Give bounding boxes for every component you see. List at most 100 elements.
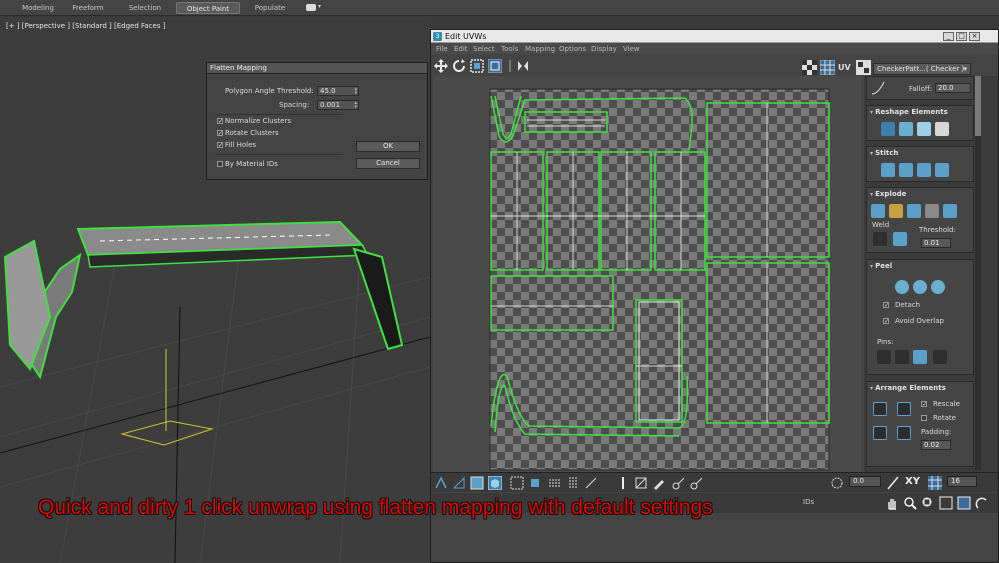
grid-view-icon[interactable]	[820, 60, 835, 75]
loop-select-icon[interactable]	[548, 476, 562, 490]
point-to-point-icon[interactable]	[584, 476, 598, 490]
stitch-to-target-icon[interactable]	[881, 163, 895, 177]
tab-freeform[interactable]: Freeform	[62, 2, 114, 14]
shrink-selection-icon[interactable]	[528, 476, 542, 490]
pen-alt-icon[interactable]	[690, 476, 704, 490]
reshape-elements-header[interactable]: Reshape Elements	[867, 106, 973, 118]
peel-header[interactable]: Peel	[867, 260, 973, 272]
arrange-elements-header[interactable]: Arrange Elements	[867, 382, 973, 394]
slash-icon[interactable]	[886, 476, 900, 490]
stitch-custom-icon[interactable]	[935, 163, 949, 177]
uv-axis-label[interactable]: UV	[838, 63, 851, 72]
falloff-curve-icon[interactable]	[871, 81, 885, 95]
menu-edit[interactable]: Edit	[454, 45, 468, 53]
threshold-field[interactable]: 0.01	[921, 238, 951, 248]
minimize-button[interactable]: _	[943, 32, 954, 41]
xy-toggle[interactable]: XY	[905, 476, 920, 487]
freeform-icon[interactable]	[488, 59, 502, 73]
rotate-clusters-checkbox[interactable]: ✓	[217, 130, 223, 137]
flatten-by-smoothing-icon[interactable]	[925, 204, 939, 218]
maximize-button[interactable]: □	[956, 32, 967, 41]
menu-select[interactable]: Select	[473, 45, 495, 53]
arrange-rotate-checkbox[interactable]	[921, 415, 927, 421]
paint-select-icon[interactable]	[634, 476, 648, 490]
stitch-source-icon[interactable]	[917, 163, 931, 177]
texture-dropdown[interactable]: CheckerPatt...( Checker ) ▾	[873, 63, 971, 75]
weld-selected-icon[interactable]	[873, 232, 887, 246]
grid-snap-icon[interactable]	[928, 476, 942, 490]
auto-pin-icon[interactable]	[933, 350, 947, 364]
select-element-icon[interactable]	[488, 476, 502, 490]
select-edge-icon[interactable]	[452, 476, 466, 490]
zoom-extents-icon[interactable]	[939, 496, 953, 510]
weld-target-icon[interactable]	[893, 232, 907, 246]
fill-holes-checkbox[interactable]: ✓	[217, 142, 223, 149]
tab-populate[interactable]: Populate	[246, 2, 294, 14]
grow-selection-icon[interactable]	[510, 476, 524, 490]
move-icon[interactable]	[434, 59, 448, 73]
unpin-icon[interactable]	[913, 350, 927, 364]
ids-dropdown[interactable]: IDs	[803, 498, 814, 506]
break-icon[interactable]	[871, 204, 885, 218]
spinner-icon[interactable]: ▴ ▾	[354, 101, 357, 110]
relax-icon[interactable]	[899, 122, 913, 136]
edit-pins-icon[interactable]	[877, 350, 891, 364]
explode-header[interactable]: Explode	[867, 188, 973, 200]
tab-selection[interactable]: Selection	[118, 2, 172, 14]
spacing-field[interactable]: 0.001 ▴ ▾	[317, 100, 359, 110]
uvw-titlebar[interactable]: 3 Edit UVWs _ □ ×	[431, 30, 998, 43]
falloff-field[interactable]: 20.0	[935, 83, 971, 93]
menu-view[interactable]: View	[623, 45, 640, 53]
rescale-checkbox[interactable]: ✓	[921, 401, 927, 408]
zoom-field[interactable]: 16	[947, 476, 977, 487]
viewport-label[interactable]: [+ ] [Perspective ] [Standard ] [Edged F…	[6, 22, 165, 30]
select-face-icon[interactable]	[470, 476, 484, 490]
menu-file[interactable]: File	[436, 45, 448, 53]
scale-icon[interactable]	[470, 59, 484, 73]
ribbon-toggle-icon[interactable]	[306, 4, 316, 11]
spinner-icon[interactable]: ▴ ▾	[354, 87, 357, 96]
coordinate-field[interactable]: 0.0	[849, 476, 881, 487]
stitch-header[interactable]: Stitch	[867, 147, 973, 159]
zoom-region-icon[interactable]	[921, 496, 935, 510]
ring-select-icon[interactable]	[566, 476, 580, 490]
quick-peel-icon[interactable]	[895, 280, 909, 294]
reset-peel-icon[interactable]	[931, 280, 945, 294]
stitch-average-icon[interactable]	[899, 163, 913, 177]
flatten-by-polygon-icon[interactable]	[907, 204, 921, 218]
pack-together-icon[interactable]	[897, 402, 911, 416]
brush-icon[interactable]	[652, 476, 666, 490]
normalize-clusters-checkbox[interactable]: ✓	[217, 118, 223, 125]
panel-scroll-thumb[interactable]	[975, 76, 981, 136]
checker-toggle-icon[interactable]	[802, 60, 817, 75]
menu-options[interactable]: Options	[559, 45, 586, 53]
sketch-icon[interactable]	[616, 476, 630, 490]
uv-editor-canvas[interactable]	[433, 76, 861, 472]
peel-mode-icon[interactable]	[913, 280, 927, 294]
menu-display[interactable]: Display	[591, 45, 617, 53]
lock-selection-icon[interactable]	[975, 496, 989, 510]
tab-object-paint[interactable]: Object Paint	[176, 2, 240, 14]
chevron-down-icon[interactable]: ▾	[318, 3, 321, 10]
zoom-selected-icon[interactable]	[957, 496, 971, 510]
panel-scrollbar[interactable]	[975, 76, 981, 470]
by-material-ids-checkbox[interactable]	[217, 161, 223, 167]
zoom-icon[interactable]	[903, 496, 917, 510]
padding-field[interactable]: 0.02	[921, 440, 951, 450]
rotate-icon[interactable]	[452, 59, 466, 73]
cube-icon[interactable]	[935, 122, 949, 136]
straighten-icon[interactable]	[881, 122, 895, 136]
group-pack-icon[interactable]	[897, 426, 911, 440]
dialog-title[interactable]: Flatten Mapping	[207, 63, 427, 74]
mirror-icon[interactable]	[516, 59, 530, 73]
pack-icon[interactable]	[917, 122, 931, 136]
pack-normalize-icon[interactable]	[873, 402, 887, 416]
detach-checkbox[interactable]: ✓	[883, 302, 889, 309]
tab-modeling[interactable]: Modeling	[12, 2, 64, 14]
texture-preview-icon[interactable]	[856, 60, 871, 75]
angle-threshold-field[interactable]: 45.0 ▴ ▾	[317, 86, 359, 96]
pin-selected-icon[interactable]	[895, 350, 909, 364]
cancel-button[interactable]: Cancel	[356, 158, 420, 169]
close-button[interactable]: ×	[969, 32, 980, 41]
avoid-overlap-checkbox[interactable]: ✓	[883, 318, 889, 325]
